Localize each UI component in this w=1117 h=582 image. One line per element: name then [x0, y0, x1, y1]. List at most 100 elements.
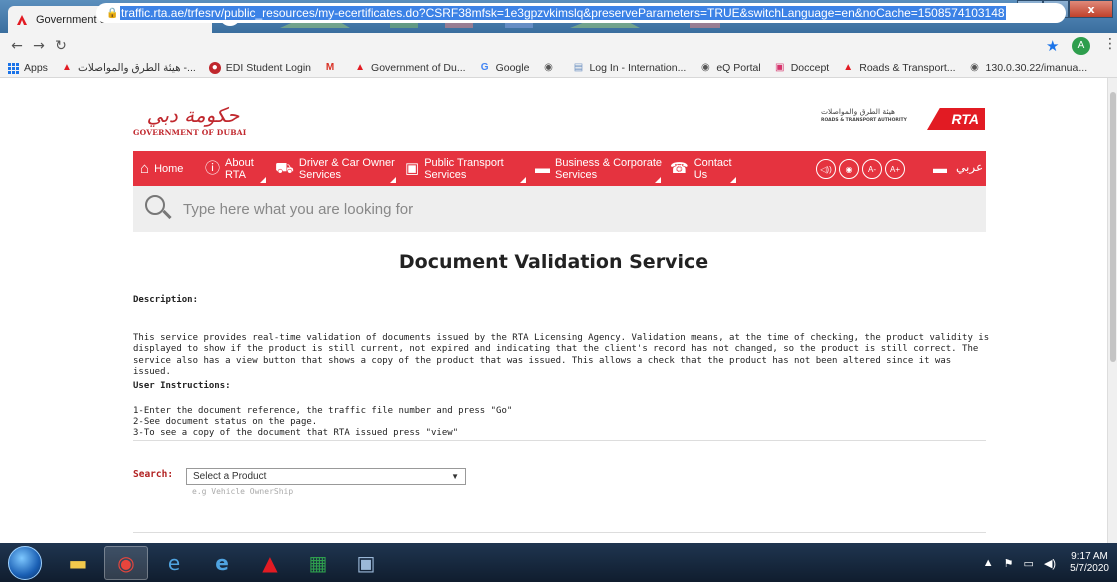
globe-icon: ◉	[544, 62, 553, 73]
internet-explorer-icon[interactable]: e	[152, 546, 196, 580]
forward-arrow-icon[interactable]: →	[28, 38, 50, 54]
bookmark-apps[interactable]: Apps	[8, 62, 48, 74]
bus-icon: ▣	[405, 159, 420, 177]
nav-label: Driver & Car Owner Services	[298, 156, 395, 181]
gmail-icon: M	[325, 62, 335, 73]
nav-contact-us[interactable]: ☎ Contact Us	[663, 151, 738, 186]
bookmark-label: هيئة الطرق والمواصلات -...	[77, 62, 196, 74]
nav-label: Public Transport Services	[424, 156, 504, 181]
instruction-item: 1-Enter the document reference, the traf…	[133, 406, 513, 416]
dropdown-indicator-icon	[520, 177, 526, 183]
clock[interactable]: 9:17 AM 5/7/2020	[1070, 551, 1109, 575]
reload-icon[interactable]: ↻	[50, 38, 72, 54]
browser-menu-icon[interactable]: ⋮	[1103, 36, 1117, 52]
divider	[133, 532, 986, 533]
bookmark-edi-student-login[interactable]: ● EDI Student Login	[208, 62, 312, 74]
decrease-font-button[interactable]: A-	[862, 159, 882, 179]
spreadsheet-icon[interactable]: ▦	[296, 546, 340, 580]
page-scrollbar[interactable]	[1107, 78, 1117, 543]
bookmark-label: EDI Student Login	[225, 62, 312, 74]
nav-public-transport-services[interactable]: ▣ Public Transport Services	[398, 151, 528, 186]
url-text[interactable]: traffic.rta.ae/trfesrv/public_resources/…	[120, 6, 1006, 20]
remote-desktop-icon[interactable]: ▣	[344, 546, 388, 580]
nav-label: Contact Us	[693, 156, 732, 181]
phone-icon: ☎	[670, 159, 689, 177]
bookmark-label: Doccept	[790, 62, 830, 74]
doccept-icon: ▣	[774, 62, 785, 73]
bookmark-label: Apps	[24, 62, 48, 74]
bookmark-google[interactable]: G Google	[479, 62, 530, 74]
nav-driver-car-owner-services[interactable]: ⛟ Driver & Car Owner Services	[268, 151, 398, 186]
show-hidden-icons-icon[interactable]: ▲	[983, 557, 994, 569]
increase-font-button[interactable]: A+	[885, 159, 905, 179]
bookmark-label: Roads & Transport...	[859, 62, 956, 74]
chrome-taskbar-icon[interactable]: ◉	[104, 546, 148, 580]
volume-icon[interactable]: ◀)	[1044, 557, 1056, 570]
back-arrow-icon[interactable]: ←	[6, 38, 28, 54]
arabic-language-link[interactable]: عربي	[956, 160, 983, 174]
contrast-toggle-button[interactable]: ◉	[839, 159, 859, 179]
bookmark-label: Log In - Internation...	[589, 62, 687, 74]
bookmark-label: Government of Du...	[371, 62, 466, 74]
clock-time: 9:17 AM	[1071, 551, 1108, 562]
file-explorer-icon[interactable]: ▬	[56, 546, 100, 580]
government-of-dubai-logo[interactable]: حكومة دبي GOVERNMENT OF DUBAI	[133, 102, 253, 144]
bookmark-eq-portal[interactable]: ◉ eQ Portal	[699, 62, 761, 74]
apps-grid-icon	[8, 62, 19, 74]
dropdown-indicator-icon	[260, 177, 266, 183]
edge-icon[interactable]: e	[200, 546, 244, 580]
rta-logo[interactable]: هيئة الطرق والمواصلات ROADS & TRANSPORT …	[795, 106, 985, 132]
bookmark-star-icon[interactable]: ★	[1046, 37, 1059, 55]
bookmark-gmail[interactable]: M	[324, 62, 341, 74]
site-search-bar[interactable]: Type here what you are looking for	[133, 186, 986, 232]
bookmark-ip-address[interactable]: ◉ 130.0.30.22/imanua...	[969, 62, 1087, 74]
product-select-hint: e.g Vehicle OwnerShip	[192, 487, 294, 496]
bookmark-roads-transport[interactable]: ▲ Roads & Transport...	[842, 62, 955, 74]
bookmarks-bar: Apps ▲ هيئة الطرق والمواصلات -... ● EDI …	[0, 59, 1117, 78]
print-icon[interactable]: ▬	[933, 160, 947, 176]
rta-logo-arabic: هيئة الطرق والمواصلات	[821, 107, 895, 116]
bookmark-log-in[interactable]: ▤ Log In - Internation...	[572, 62, 687, 74]
page-icon: ▤	[573, 62, 584, 73]
bookmark-doccept[interactable]: ▣ Doccept	[774, 62, 830, 74]
scrollbar-thumb[interactable]	[1110, 92, 1116, 362]
bookmark-government-of-dubai[interactable]: ▲ Government of Du...	[354, 62, 466, 74]
product-select[interactable]: Select a Product ▼	[186, 468, 466, 485]
bookmark-rta-arabic[interactable]: ▲ هيئة الطرق والمواصلات -...	[61, 62, 196, 74]
gov-logo-english: GOVERNMENT OF DUBAI	[133, 128, 247, 137]
clock-date: 5/7/2020	[1070, 563, 1109, 574]
bookmark-globe[interactable]: ◉	[542, 62, 559, 74]
nav-label: Business & Corporate Services	[555, 156, 662, 181]
globe-icon: ◉	[970, 62, 979, 73]
chevron-down-icon: ▼	[451, 472, 459, 481]
bookmark-label: eQ Portal	[716, 62, 761, 74]
nav-business-corporate-services[interactable]: ▬ Business & Corporate Services	[528, 151, 663, 186]
rta-logo-mark: RTA	[927, 108, 985, 130]
flag-icon[interactable]: ⚑	[1004, 557, 1014, 570]
rta-app-icon[interactable]: ▲	[248, 546, 292, 580]
instruction-item: 3-To see a copy of the document that RTA…	[133, 428, 459, 438]
search-placeholder[interactable]: Type here what you are looking for	[183, 201, 413, 218]
browser-toolbar: ← → ↻	[0, 33, 1117, 59]
bookmark-label: Google	[495, 62, 530, 74]
rta-logo-english: ROADS & TRANSPORT AUTHORITY	[821, 118, 907, 123]
home-icon: ⌂	[140, 159, 150, 177]
google-icon: G	[480, 62, 489, 73]
close-window-button[interactable]: x	[1069, 0, 1113, 18]
rta-icon: ▲	[843, 62, 854, 73]
read-aloud-button[interactable]: ◁))	[816, 159, 836, 179]
start-button[interactable]	[8, 546, 42, 580]
nav-about-rta[interactable]: ⓘ About RTA	[198, 151, 268, 186]
address-bar[interactable]: 🔒 traffic.rta.ae/trfesrv/public_resource…	[96, 3, 1066, 23]
gov-logo-arabic: حكومة دبي	[146, 103, 240, 127]
profile-avatar[interactable]: A	[1072, 37, 1090, 55]
nav-label: About RTA	[225, 156, 254, 181]
web-page: حكومة دبي GOVERNMENT OF DUBAI هيئة الطرق…	[0, 78, 1107, 543]
network-icon[interactable]: ▭	[1024, 557, 1034, 570]
dropdown-indicator-icon	[655, 177, 661, 183]
info-icon: ⓘ	[205, 159, 221, 177]
description-label: Description:	[133, 295, 199, 305]
screen: Government of Dubai: Road and × + — □ x …	[0, 0, 1117, 582]
nav-home[interactable]: ⌂ Home	[133, 151, 198, 186]
dropdown-indicator-icon	[730, 177, 736, 183]
